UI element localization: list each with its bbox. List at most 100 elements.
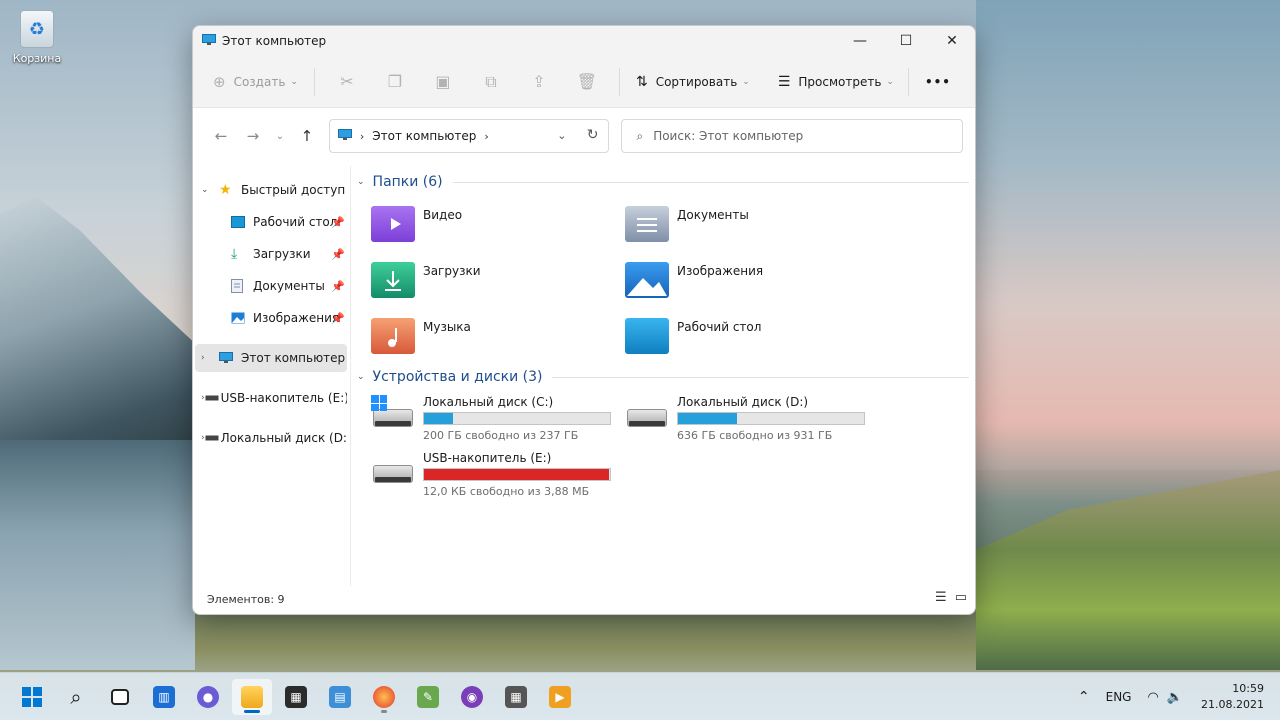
drive-usage-bar: [423, 412, 611, 425]
system-drive-icon: [371, 395, 415, 431]
github-icon: ◉: [461, 686, 483, 708]
nav-usb-drive[interactable]: › USB-накопитель (E:): [195, 384, 347, 412]
drive-item-e[interactable]: USB-накопитель (E:) 12,0 КБ свободно из …: [371, 451, 611, 498]
drive-item-c[interactable]: Локальный диск (C:) 200 ГБ свободно из 2…: [371, 395, 611, 442]
desktop-folder-icon: [625, 318, 669, 354]
items-count: Элементов: 9: [207, 592, 285, 606]
search-input[interactable]: ⌕ Поиск: Этот компьютер: [621, 119, 963, 153]
cut-button[interactable]: ✂: [323, 64, 371, 100]
media-player-button[interactable]: ▶: [540, 679, 580, 715]
nav-item-downloads[interactable]: ⤓ Загрузки 📌: [195, 240, 347, 268]
documents-folder-icon: [625, 206, 669, 242]
refresh-icon[interactable]: ↻: [587, 127, 599, 143]
view-button[interactable]: ☰ Просмотреть ⌄: [778, 74, 894, 90]
store-button[interactable]: ▦: [276, 679, 316, 715]
drive-usage-bar: [677, 412, 865, 425]
wallpaper-water: [0, 440, 195, 670]
copy-button[interactable]: ❐: [371, 64, 419, 100]
chevron-down-icon: ⌄: [357, 177, 365, 187]
folder-item-video[interactable]: Видео: [371, 206, 462, 242]
rename-button[interactable]: ⧉: [467, 64, 515, 100]
pin-icon: 📌: [331, 311, 345, 325]
arrow-up-icon: ↑: [300, 127, 314, 145]
folder-item-music[interactable]: Музыка: [371, 318, 471, 354]
recent-locations-button[interactable]: ⌄: [269, 120, 291, 152]
details-view-icon[interactable]: ☰: [935, 590, 947, 605]
nav-this-pc[interactable]: › Этот компьютер: [195, 344, 347, 372]
music-folder-icon: [371, 318, 415, 354]
large-icons-view-icon[interactable]: ▭: [955, 590, 967, 605]
nav-local-disk[interactable]: › Локальный диск (D:): [195, 424, 347, 452]
task-view-icon: [111, 689, 129, 705]
clock[interactable]: 10:59 21.08.2021: [1191, 681, 1280, 713]
nav-quick-access-label: Быстрый доступ: [241, 183, 346, 197]
desktop-icon-recycle-bin[interactable]: ♻ Корзина: [8, 10, 66, 65]
nav-item-label: Изображения: [253, 311, 340, 325]
search-placeholder: Поиск: Этот компьютер: [653, 129, 804, 143]
back-button[interactable]: ←: [205, 120, 237, 152]
breadcrumb-separator-icon[interactable]: ›: [484, 130, 488, 143]
group-divider: [452, 181, 969, 183]
maximize-button[interactable]: ☐: [883, 26, 929, 56]
chat-button[interactable]: ●: [188, 679, 228, 715]
github-button[interactable]: ◉: [452, 679, 492, 715]
nav-item-documents[interactable]: Документы 📌: [195, 272, 347, 300]
folder-item-desktop[interactable]: Рабочий стол: [625, 318, 761, 354]
arrow-right-icon: →: [246, 127, 260, 145]
create-label: Создать: [233, 74, 286, 89]
address-bar[interactable]: › Этот компьютер › ⌄ ↻: [328, 119, 610, 153]
hard-drive-icon: [205, 435, 219, 441]
chevron-right-icon: ›: [201, 353, 205, 363]
up-button[interactable]: ↑: [291, 120, 323, 152]
search-button[interactable]: ⌕: [56, 679, 96, 715]
drive-name: USB-накопитель (E:): [423, 451, 552, 465]
group-header-folders[interactable]: ⌄ Папки (6): [357, 174, 969, 190]
folder-item-documents[interactable]: Документы: [625, 206, 749, 242]
breadcrumb-this-pc[interactable]: Этот компьютер: [372, 129, 476, 143]
address-row: ← → ⌄ ↑ › Этот компьютер › ⌄ ↻ ⌕ Поиск: …: [193, 108, 975, 164]
control-panel-button[interactable]: ▤: [320, 679, 360, 715]
file-explorer-button[interactable]: [232, 679, 272, 715]
folder-name: Документы: [677, 208, 749, 222]
share-button[interactable]: ⇪: [515, 64, 563, 100]
nav-item-pictures[interactable]: Изображения 📌: [195, 304, 347, 332]
create-button[interactable]: ⊕ Создать ⌄: [213, 73, 298, 91]
close-button[interactable]: ✕: [929, 26, 975, 56]
desktop-icon: [231, 216, 251, 228]
pin-icon: 📌: [331, 247, 345, 261]
paste-button[interactable]: ▣: [419, 64, 467, 100]
drive-usage-fill: [678, 413, 737, 424]
more-options-button[interactable]: •••: [925, 75, 951, 89]
navigation-pane: ⌄ ★ Быстрый доступ Рабочий стол 📌 ⤓ Загр…: [193, 166, 351, 586]
folder-item-pictures[interactable]: Изображения: [625, 262, 763, 298]
start-button[interactable]: [12, 679, 52, 715]
taskbar: ⌕ ▥ ● ▦ ▤ ✎ ◉ ▦ ▶ ⌃ ENG ◠ 🔈 10:59 21.08.…: [0, 672, 1280, 720]
firefox-button[interactable]: [364, 679, 404, 715]
computer-icon: [219, 352, 239, 364]
scissors-icon: ✂: [340, 72, 354, 91]
nav-quick-access[interactable]: ⌄ ★ Быстрый доступ: [195, 176, 347, 204]
drive-free-space: 200 ГБ свободно из 237 ГБ: [423, 429, 579, 442]
language-indicator[interactable]: ENG: [1098, 690, 1140, 704]
show-hidden-icons-icon[interactable]: ⌃: [1070, 689, 1098, 705]
nav-item-desktop[interactable]: Рабочий стол 📌: [195, 208, 347, 236]
task-view-button[interactable]: [100, 679, 140, 715]
notepad-app-button[interactable]: ✎: [408, 679, 448, 715]
minimize-button[interactable]: —: [837, 26, 883, 56]
forward-button[interactable]: →: [237, 120, 269, 152]
volume-icon[interactable]: 🔈: [1167, 690, 1191, 705]
sort-button[interactable]: ⇅ Сортировать ⌄: [636, 74, 750, 90]
view-icon: ☰: [777, 73, 791, 90]
drive-item-d[interactable]: Локальный диск (D:) 636 ГБ свободно из 9…: [625, 395, 865, 442]
usb-drive-icon: [205, 395, 219, 401]
nav-local-disk-label: Локальный диск (D:): [220, 431, 347, 445]
folder-item-downloads[interactable]: Загрузки: [371, 262, 481, 298]
calculator-button[interactable]: ▦: [496, 679, 536, 715]
address-dropdown-icon[interactable]: ⌄: [557, 129, 566, 142]
windows-logo-icon: [22, 687, 42, 707]
delete-button[interactable]: 🗑: [563, 64, 611, 100]
title-bar[interactable]: Этот компьютер — ☐ ✕: [193, 26, 975, 56]
group-header-drives[interactable]: ⌄ Устройства и диски (3): [357, 369, 969, 385]
widgets-button[interactable]: ▥: [144, 679, 184, 715]
wifi-icon[interactable]: ◠: [1139, 690, 1166, 705]
